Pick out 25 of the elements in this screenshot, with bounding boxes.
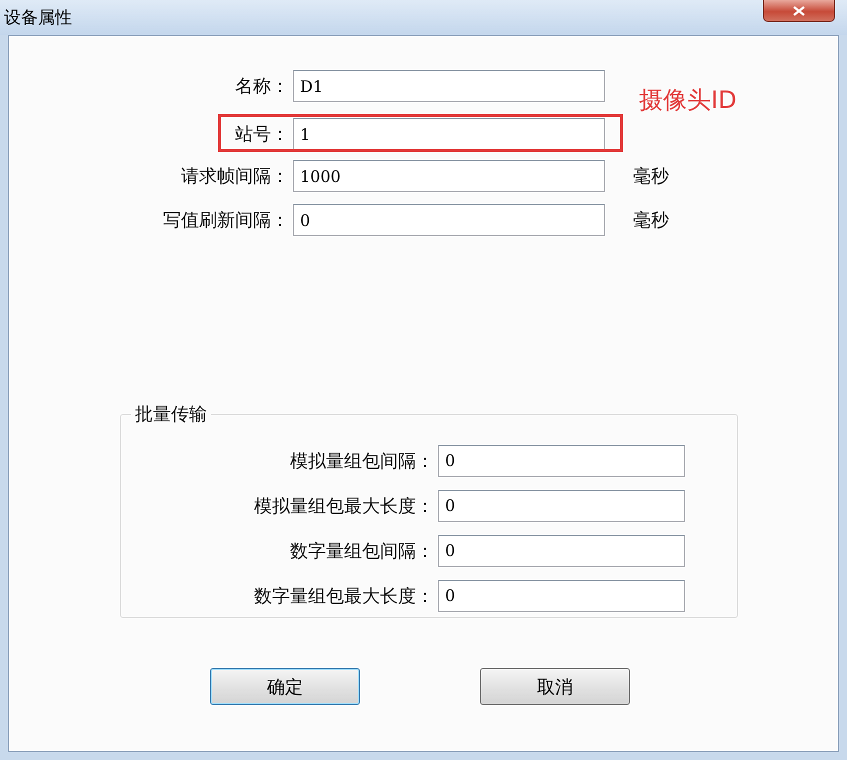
field-label: 写值刷新间隔： — [162, 209, 290, 232]
field-label: 请求帧间隔： — [180, 165, 290, 188]
input-field[interactable]: D1 — [293, 70, 605, 102]
field-label: 数字量组包间隔： — [289, 540, 435, 562]
group-title: 批量传输 — [134, 403, 208, 426]
dialog-button[interactable]: 确定 — [210, 668, 360, 705]
field-label: 名称： — [234, 75, 290, 98]
input-field[interactable]: 0 — [293, 204, 605, 236]
window-title: 设备属性 — [4, 7, 72, 29]
input-field[interactable]: 0 — [438, 534, 685, 566]
annotation-text: 摄像头ID — [639, 85, 737, 116]
input-field[interactable]: 1 — [293, 118, 605, 150]
dialog-button[interactable]: 取消 — [480, 668, 630, 705]
close-button[interactable] — [763, 0, 835, 22]
field-label: 站号： — [234, 123, 290, 146]
field-label: 模拟量组包间隔： — [289, 450, 435, 472]
field-label: 模拟量组包最大长度： — [253, 494, 435, 518]
close-icon — [793, 6, 805, 16]
input-field[interactable]: 1000 — [293, 160, 605, 192]
field-label: 数字量组包最大长度： — [253, 584, 435, 608]
unit-label: 毫秒 — [633, 209, 670, 232]
input-field[interactable]: 0 — [438, 444, 685, 476]
input-field[interactable]: 0 — [438, 580, 685, 612]
unit-label: 毫秒 — [633, 165, 670, 188]
input-field[interactable]: 0 — [438, 490, 685, 522]
